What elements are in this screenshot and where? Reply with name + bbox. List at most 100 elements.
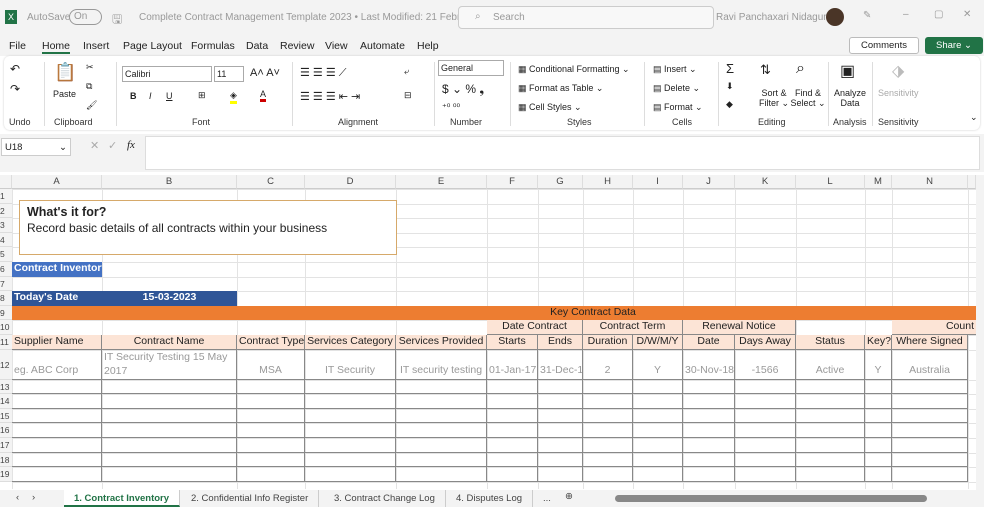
empty-cell[interactable] (12, 379, 102, 395)
column-header-C[interactable]: C (237, 175, 305, 189)
empty-cell[interactable] (487, 423, 538, 438)
copy-icon[interactable]: ⧉ (86, 81, 92, 92)
name-box[interactable]: U18 ⌄ (1, 138, 71, 156)
clear-icon[interactable]: ◆ (726, 99, 733, 110)
save-icon[interactable]: 🖫 (112, 10, 122, 31)
tab-file[interactable]: File (9, 40, 26, 52)
decimal-icon[interactable]: ⁺⁰ ⁰⁰ (442, 102, 460, 113)
empty-cell[interactable] (735, 408, 796, 424)
empty-cell[interactable] (892, 467, 968, 482)
empty-cell[interactable] (102, 394, 237, 409)
insert-function-button[interactable]: fx (127, 139, 135, 151)
find-select-button[interactable]: Find & Select ⌄ (790, 88, 826, 109)
autosave-toggle[interactable]: On (69, 9, 102, 25)
empty-cell[interactable] (735, 423, 796, 438)
empty-cell[interactable] (865, 467, 892, 482)
example-cell[interactable]: 01-Jan-17 (487, 349, 538, 380)
sheet-tab-change-log[interactable]: 3. Contract Change Log (324, 490, 446, 507)
empty-cell[interactable] (865, 394, 892, 409)
empty-cell[interactable] (683, 452, 735, 468)
empty-cell[interactable] (396, 379, 487, 395)
align-top-icon[interactable]: ☰ ☰ ☰ ⟋ (300, 66, 346, 80)
row-header-10[interactable]: 10 (0, 320, 12, 335)
empty-cell[interactable] (583, 394, 633, 409)
empty-cell[interactable] (796, 408, 865, 424)
example-cell[interactable]: MSA (237, 349, 305, 380)
empty-cell[interactable] (735, 467, 796, 482)
collapse-ribbon-icon[interactable]: ⌄ (970, 112, 978, 123)
empty-cell[interactable] (538, 467, 583, 482)
column-header-H[interactable]: H (583, 175, 633, 189)
sheet-tab-contract-inventory[interactable]: 1. Contract Inventory (64, 490, 181, 507)
tab-review[interactable]: Review (280, 40, 314, 52)
column-header-D[interactable]: D (305, 175, 396, 189)
column-header-A[interactable]: A (12, 175, 102, 189)
tab-formulas[interactable]: Formulas (191, 40, 235, 52)
sort-filter-icon[interactable]: ⇅ (760, 62, 771, 78)
delete-cells-button[interactable]: ▤ Delete ⌄ (653, 83, 700, 94)
bold-icon[interactable]: B (130, 91, 137, 101)
empty-cell[interactable] (892, 438, 968, 453)
empty-cell[interactable] (538, 379, 583, 395)
empty-cell[interactable] (305, 423, 396, 438)
percent-icon[interactable]: $ ⌄ % ❟ (442, 82, 484, 97)
empty-cell[interactable] (796, 394, 865, 409)
font-name-select[interactable]: Calibri (122, 66, 212, 82)
empty-cell[interactable] (487, 408, 538, 424)
format-as-table-button[interactable]: ▦ Format as Table ⌄ (518, 83, 603, 94)
example-cell[interactable]: -1566 (735, 349, 796, 380)
row-header-3[interactable]: 3 (0, 218, 12, 233)
tab-data[interactable]: Data (246, 40, 268, 52)
empty-cell[interactable] (12, 452, 102, 468)
avatar[interactable] (826, 8, 844, 26)
row-header-9[interactable]: 9 (0, 305, 12, 321)
empty-cell[interactable] (12, 423, 102, 438)
empty-cell[interactable] (237, 467, 305, 482)
sheet-tab-disputes-log[interactable]: 4. Disputes Log (446, 490, 534, 507)
tab-home[interactable]: Home (42, 40, 71, 54)
column-header-K[interactable]: K (735, 175, 796, 189)
empty-cell[interactable] (538, 408, 583, 424)
empty-cell[interactable] (892, 379, 968, 395)
empty-cell[interactable] (583, 452, 633, 468)
row-header-2[interactable]: 2 (0, 203, 12, 219)
column-header-L[interactable]: L (796, 175, 865, 189)
column-header-G[interactable]: G (538, 175, 583, 189)
empty-cell[interactable] (538, 423, 583, 438)
increase-font-icon[interactable]: A˄ A˅ (250, 67, 280, 79)
select-all-corner[interactable] (0, 175, 12, 189)
row-header-7[interactable]: 7 (0, 276, 12, 292)
enter-icon[interactable]: ✓ (108, 139, 117, 152)
tab-automate[interactable]: Automate (360, 40, 405, 52)
borders-icon[interactable]: ⊞ (198, 90, 206, 101)
merge-center-icon[interactable]: ⊟ (404, 90, 412, 101)
column-header-N[interactable]: N (892, 175, 968, 189)
example-cell[interactable]: 2 (583, 349, 633, 380)
empty-cell[interactable] (583, 408, 633, 424)
empty-cell[interactable] (487, 438, 538, 453)
analyze-data-icon[interactable]: ▣ (840, 61, 855, 81)
horizontal-scrollbar[interactable] (615, 495, 927, 502)
row-header-5[interactable]: 5 (0, 247, 12, 262)
next-sheet-icon[interactable]: › (32, 492, 35, 503)
empty-cell[interactable] (633, 452, 683, 468)
font-size-select[interactable]: 11 (214, 66, 244, 82)
empty-cell[interactable] (633, 408, 683, 424)
sheet-tab-confidential-info[interactable]: 2. Confidential Info Register (181, 490, 320, 507)
empty-cell[interactable] (12, 408, 102, 424)
empty-cell[interactable] (12, 394, 102, 409)
conditional-formatting-button[interactable]: ▦ Conditional Formatting ⌄ (518, 64, 630, 75)
info-textbox[interactable]: What's it for? Record basic details of al… (19, 200, 397, 255)
empty-cell[interactable] (487, 379, 538, 395)
empty-cell[interactable] (305, 452, 396, 468)
empty-cell[interactable] (683, 379, 735, 395)
empty-cell[interactable] (892, 423, 968, 438)
empty-cell[interactable] (396, 452, 487, 468)
empty-cell[interactable] (237, 452, 305, 468)
pen-icon[interactable]: ✎ (863, 10, 871, 21)
close-icon[interactable]: ✕ (963, 9, 971, 20)
example-cell[interactable]: 30-Nov-18 (683, 349, 735, 380)
empty-cell[interactable] (487, 452, 538, 468)
comments-button[interactable]: Comments (849, 37, 919, 54)
example-cell[interactable]: IT security testing (396, 349, 487, 380)
